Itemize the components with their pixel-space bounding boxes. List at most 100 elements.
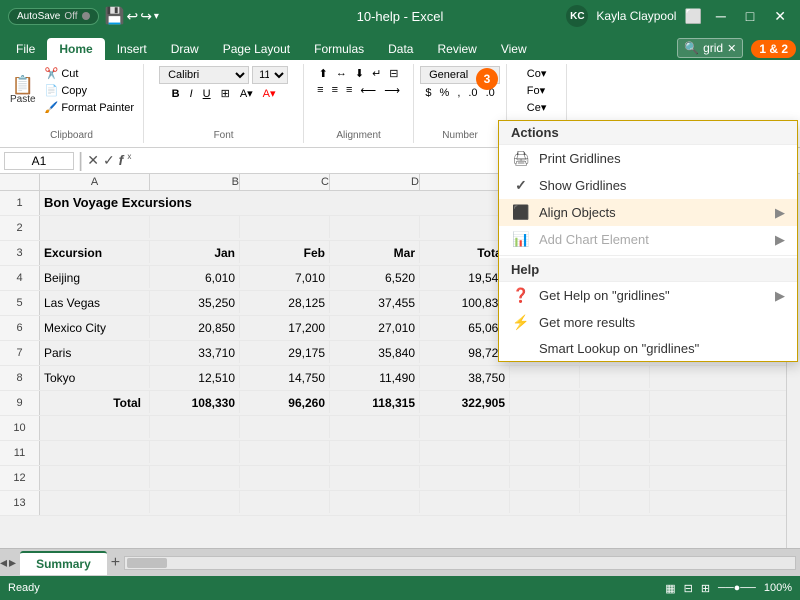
- cell-f9[interactable]: [510, 391, 580, 413]
- add-sheet-button[interactable]: +: [111, 554, 120, 572]
- cell-e7[interactable]: 98,725: [420, 341, 510, 363]
- cell-a4[interactable]: Beijing: [40, 266, 150, 288]
- align-top-button[interactable]: ⬆: [316, 66, 331, 81]
- currency-button[interactable]: $: [422, 86, 434, 100]
- cell-d4[interactable]: 6,520: [330, 266, 420, 288]
- view-normal-icon[interactable]: ▦: [665, 582, 675, 595]
- insert-function-icon[interactable]: f: [119, 152, 124, 169]
- sheet-nav-right[interactable]: ▸: [9, 554, 16, 571]
- cell-c5[interactable]: 28,125: [240, 291, 330, 313]
- copy-button[interactable]: 📄 Copy: [42, 83, 138, 98]
- more-results-item[interactable]: ⚡ Get more results: [499, 309, 797, 336]
- cell-a3[interactable]: Excursion: [40, 241, 150, 263]
- zoom-slider[interactable]: ──●──: [718, 582, 756, 594]
- cell-e6[interactable]: 65,060: [420, 316, 510, 338]
- cell-d2[interactable]: [330, 216, 420, 238]
- cell-c3[interactable]: Feb: [240, 241, 330, 263]
- cell-e3[interactable]: Total: [420, 241, 510, 263]
- minimize-button[interactable]: ─: [710, 6, 732, 26]
- cell-b8[interactable]: 12,510: [150, 366, 240, 388]
- col-header-b[interactable]: B: [150, 174, 240, 190]
- percent-button[interactable]: %: [437, 86, 453, 100]
- format-table-button[interactable]: Fo▾: [524, 83, 550, 98]
- align-mid-button[interactable]: ↔: [333, 66, 350, 81]
- align-right-button[interactable]: ≡: [343, 83, 355, 98]
- redo-icon[interactable]: ↪: [140, 8, 152, 25]
- sheet-nav-left[interactable]: ◂: [0, 554, 7, 571]
- close-search-icon[interactable]: ✕: [727, 42, 736, 55]
- cell-d7[interactable]: 35,840: [330, 341, 420, 363]
- indent-less-button[interactable]: ⟵: [357, 83, 379, 98]
- col-header-c[interactable]: C: [240, 174, 330, 190]
- get-help-item[interactable]: ❓ Get Help on "gridlines" ▶: [499, 282, 797, 309]
- cell-b6[interactable]: 20,850: [150, 316, 240, 338]
- cell-a1[interactable]: Bon Voyage Excursions: [40, 191, 500, 213]
- cell-e5[interactable]: 100,830: [420, 291, 510, 313]
- save-icon[interactable]: 💾: [105, 6, 125, 26]
- confirm-formula-icon[interactable]: ✓: [103, 152, 115, 169]
- cell-b3[interactable]: Jan: [150, 241, 240, 263]
- cell-e2[interactable]: [420, 216, 510, 238]
- cell-c2[interactable]: [240, 216, 330, 238]
- cell-styles-button[interactable]: Ce▾: [524, 100, 550, 115]
- indent-more-button[interactable]: ⟶: [381, 83, 403, 98]
- cell-c6[interactable]: 17,200: [240, 316, 330, 338]
- cell-b2[interactable]: [150, 216, 240, 238]
- cell-a6[interactable]: Mexico City: [40, 316, 150, 338]
- cell-g9[interactable]: [580, 391, 650, 413]
- tab-file[interactable]: File: [4, 38, 47, 60]
- cell-c9[interactable]: 96,260: [240, 391, 330, 413]
- merge-button[interactable]: ⊟: [386, 66, 401, 81]
- tab-page-layout[interactable]: Page Layout: [211, 38, 302, 60]
- italic-button[interactable]: I: [187, 87, 196, 101]
- smart-lookup-item[interactable]: Smart Lookup on "gridlines": [499, 336, 797, 361]
- cell-e4[interactable]: 19,540: [420, 266, 510, 288]
- cut-button[interactable]: ✂️ Cut: [42, 66, 138, 81]
- col-header-d[interactable]: D: [330, 174, 420, 190]
- tab-data[interactable]: Data: [376, 38, 425, 60]
- tab-review[interactable]: Review: [425, 38, 488, 60]
- horizontal-scrollbar[interactable]: [124, 556, 796, 570]
- undo-dropdown-icon[interactable]: ▾: [154, 11, 159, 22]
- fill-color-button[interactable]: A▾: [237, 86, 256, 101]
- tab-formulas[interactable]: Formulas: [302, 38, 376, 60]
- sheet-tab-summary[interactable]: Summary: [20, 551, 107, 575]
- col-header-a[interactable]: A: [40, 174, 150, 190]
- search-box[interactable]: 🔍 grid ✕: [677, 38, 743, 58]
- font-family-select[interactable]: Calibri: [159, 66, 249, 84]
- cell-b9[interactable]: 108,330: [150, 391, 240, 413]
- cell-c8[interactable]: 14,750: [240, 366, 330, 388]
- format-painter-button[interactable]: 🖌️ Format Painter: [42, 100, 138, 115]
- bold-button[interactable]: B: [169, 87, 183, 101]
- cell-a2[interactable]: [40, 216, 150, 238]
- tab-draw[interactable]: Draw: [159, 38, 211, 60]
- wrap-text-button[interactable]: ↵: [369, 66, 384, 81]
- font-color-button[interactable]: A▾: [260, 86, 279, 101]
- tab-view[interactable]: View: [489, 38, 539, 60]
- close-button[interactable]: ✕: [768, 6, 792, 27]
- cell-e8[interactable]: 38,750: [420, 366, 510, 388]
- cell-c4[interactable]: 7,010: [240, 266, 330, 288]
- align-left-button[interactable]: ≡: [314, 83, 326, 98]
- cancel-formula-icon[interactable]: ✕: [87, 152, 99, 169]
- col-header-e[interactable]: E: [420, 174, 510, 190]
- cell-a7[interactable]: Paris: [40, 341, 150, 363]
- tab-insert[interactable]: Insert: [105, 38, 159, 60]
- cell-b5[interactable]: 35,250: [150, 291, 240, 313]
- comma-button[interactable]: ,: [454, 86, 463, 100]
- cell-c7[interactable]: 29,175: [240, 341, 330, 363]
- cell-f8[interactable]: [510, 366, 580, 388]
- show-gridlines-item[interactable]: ✓ Show Gridlines: [499, 172, 797, 199]
- decimal-increase-button[interactable]: .0: [465, 86, 480, 100]
- undo-icon[interactable]: ↩: [126, 8, 138, 25]
- restore-button[interactable]: □: [740, 6, 760, 26]
- cell-a5[interactable]: Las Vegas: [40, 291, 150, 313]
- align-objects-item[interactable]: ⬛ Align Objects ▶: [499, 199, 797, 226]
- cell-d9[interactable]: 118,315: [330, 391, 420, 413]
- cell-b7[interactable]: 33,710: [150, 341, 240, 363]
- autosave-toggle[interactable]: AutoSave Off: [8, 8, 99, 25]
- align-bottom-button[interactable]: ⬇: [352, 66, 367, 81]
- ribbon-display-icon[interactable]: ⬜: [684, 8, 701, 25]
- sheet-nav[interactable]: ◂ ▸: [0, 554, 16, 571]
- cell-d8[interactable]: 11,490: [330, 366, 420, 388]
